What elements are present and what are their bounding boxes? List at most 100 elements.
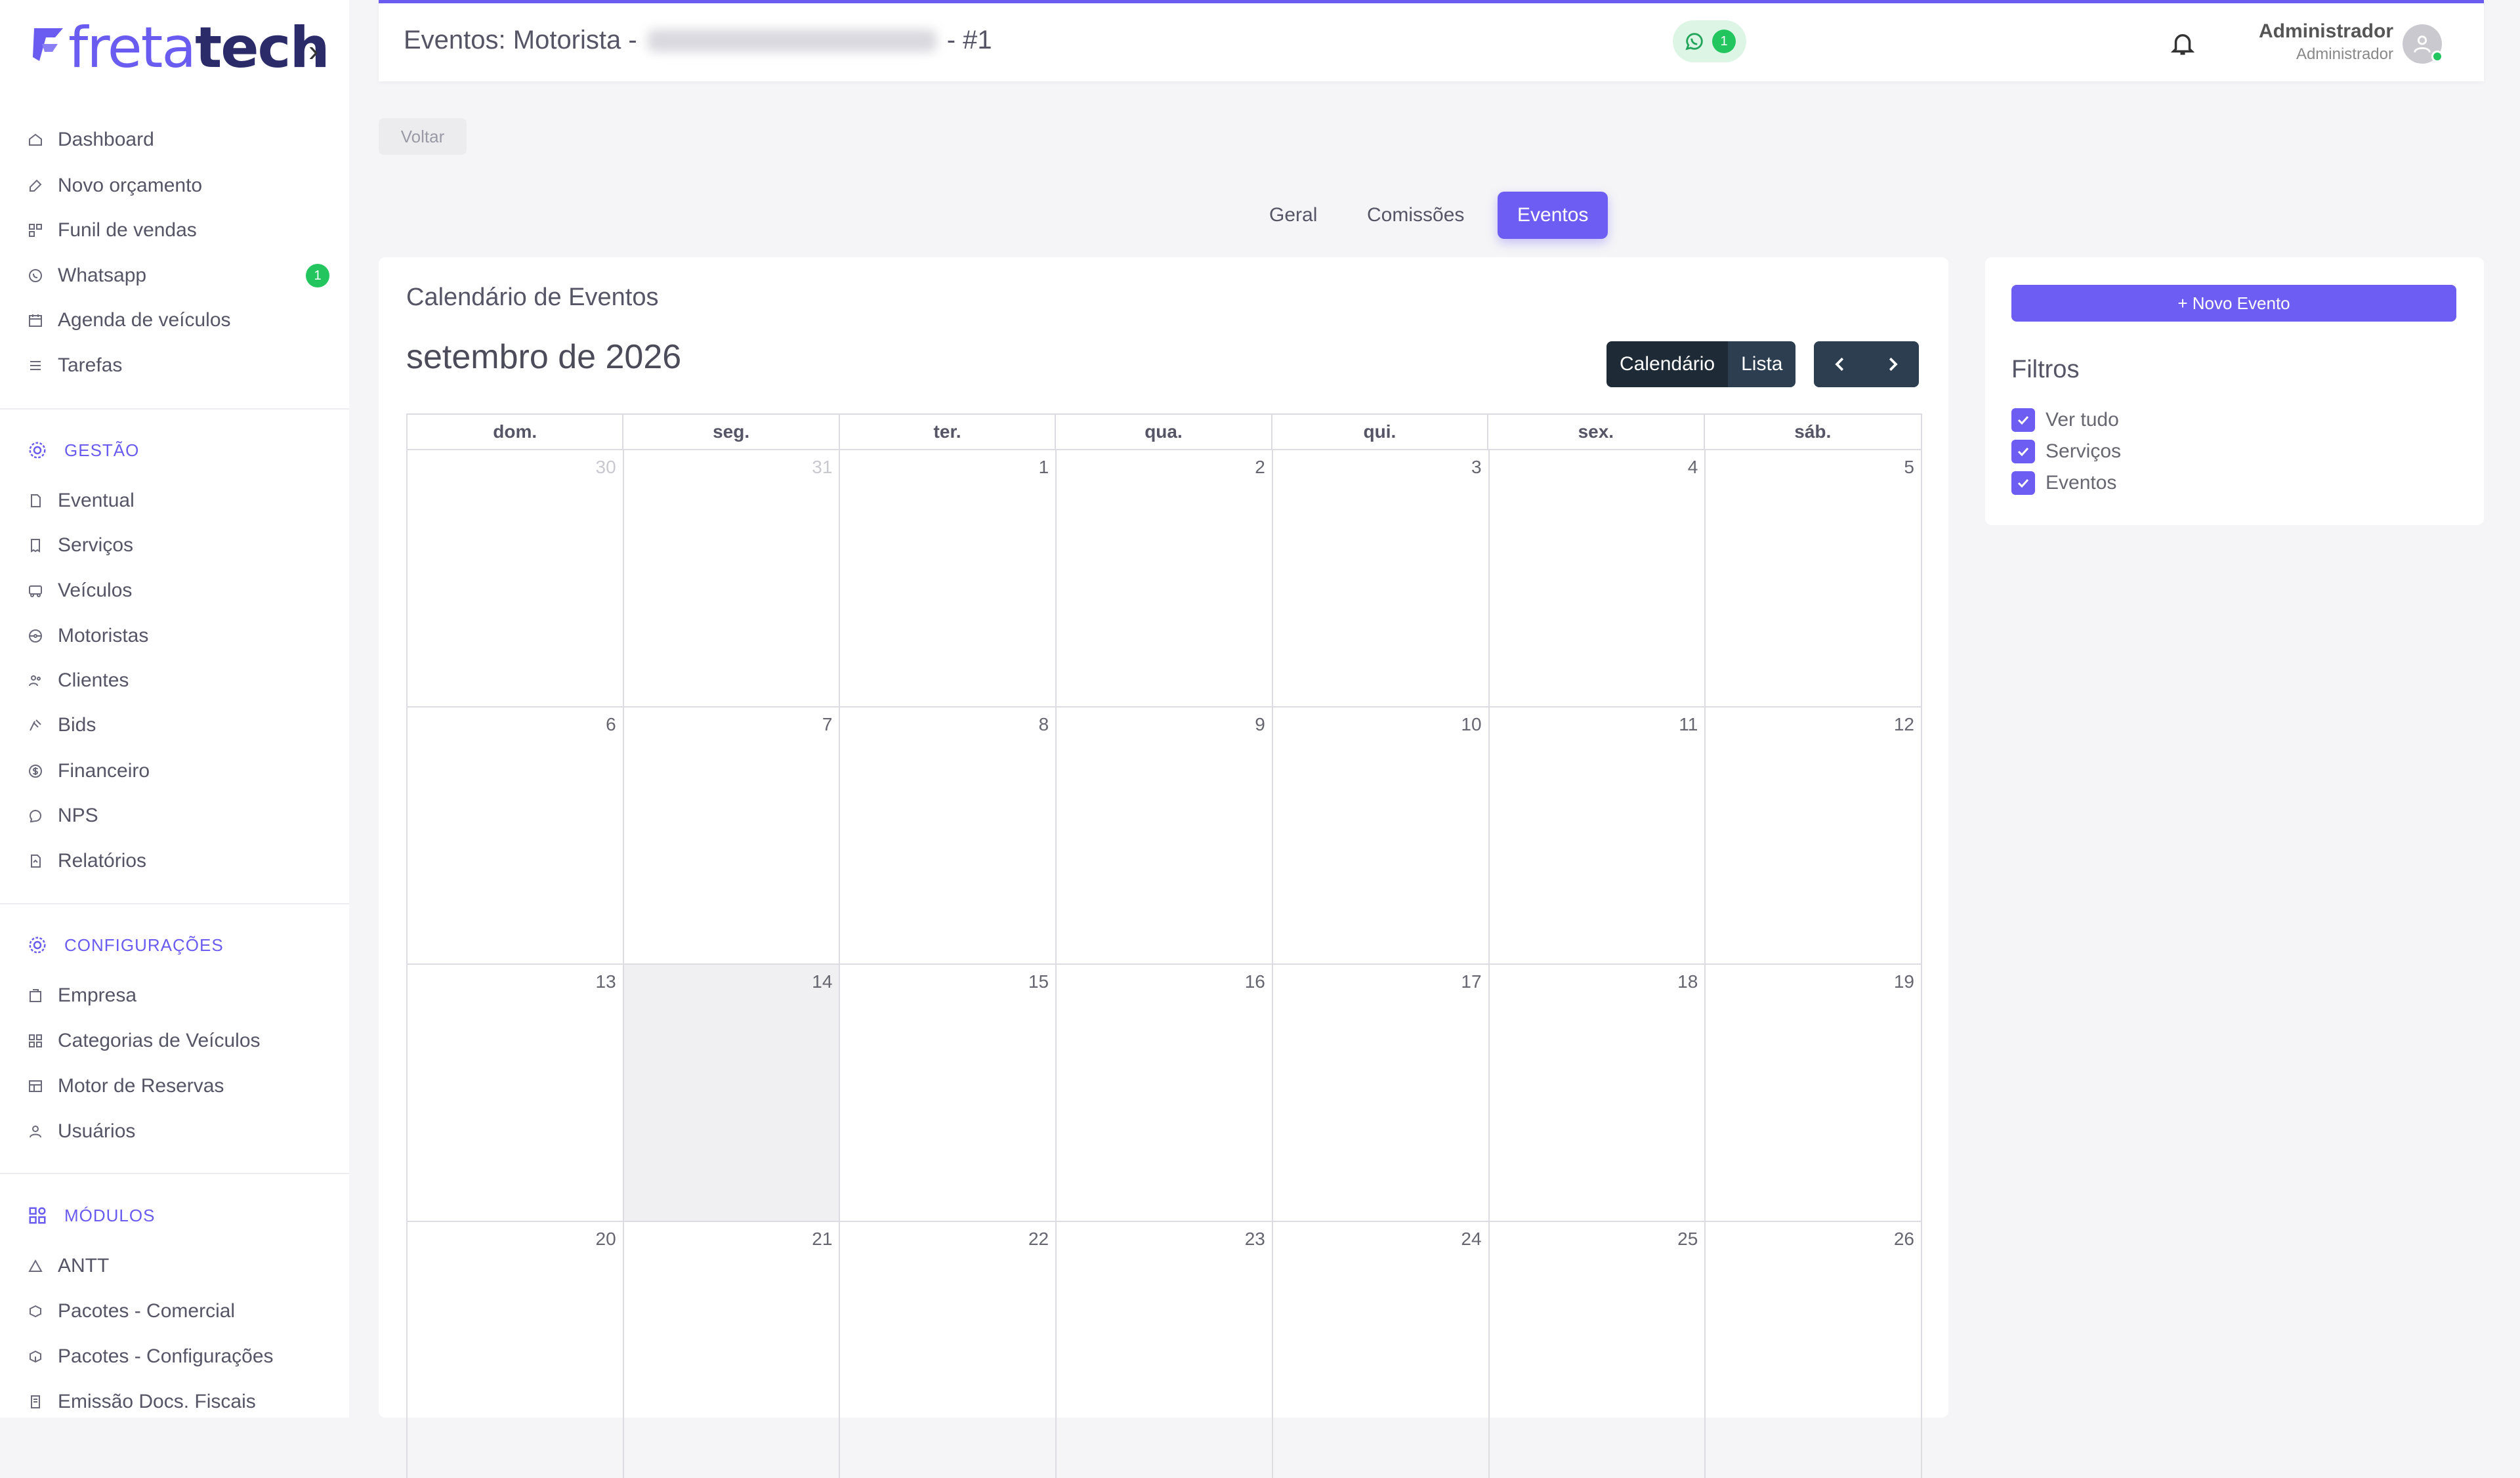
calendar-day-cell[interactable]: 7 [624, 707, 841, 963]
sidebar-item-dashboard[interactable]: Dashboard [28, 124, 154, 156]
sidebar-item-servicos[interactable]: Serviços [28, 530, 133, 561]
gear-icon [28, 935, 47, 955]
filter-ver-tudo[interactable]: Ver tudo [2011, 407, 2119, 433]
sidebar-item-motor-de-reservas[interactable]: Motor de Reservas [28, 1070, 224, 1102]
sidebar-item-tarefas[interactable]: Tarefas [28, 350, 122, 381]
user-info[interactable]: Administrador Administrador [2259, 20, 2393, 64]
steering-wheel-icon [28, 628, 43, 644]
sidebar-item-financeiro[interactable]: Financeiro [28, 755, 150, 787]
calendar-day-cell[interactable]: 23 [1057, 1222, 1273, 1478]
calendar-day-cell[interactable]: 31 [624, 450, 841, 706]
day-number: 18 [1677, 971, 1698, 992]
bell-icon[interactable] [2169, 30, 2196, 57]
table-icon [28, 1078, 43, 1094]
checkbox-checked[interactable] [2011, 471, 2035, 495]
collapse-sidebar-chevron-icon[interactable]: › [308, 33, 318, 68]
weekday-wed: qua. [1056, 415, 1272, 449]
sidebar-item-eventual[interactable]: Eventual [28, 485, 135, 517]
day-number: 1 [1038, 457, 1049, 477]
sidebar-item-emissao-docs-fiscais[interactable]: Emissão Docs. Fiscais [28, 1386, 256, 1418]
calendar-day-cell[interactable]: 11 [1490, 707, 1706, 963]
day-number: 13 [595, 971, 616, 992]
fretatech-logo[interactable]: fretatech [29, 18, 330, 77]
day-number: 17 [1461, 971, 1482, 992]
sidebar-item-pacotes-configuracoes[interactable]: Pacotes - Configurações [28, 1341, 274, 1372]
sidebar-item-veiculos[interactable]: Veículos [28, 575, 132, 606]
sidebar-item-agenda-de-veiculos[interactable]: Agenda de veículos [28, 305, 231, 336]
calendar-week: 30 31 1 2 3 4 5 [406, 449, 1922, 706]
calendar-day-cell[interactable]: 2 [1057, 450, 1273, 706]
calendar-day-cell[interactable]: 15 [840, 965, 1057, 1221]
sidebar-item-categorias-de-veiculos[interactable]: Categorias de Veículos [28, 1025, 261, 1057]
page-title-prefix: Eventos: Motorista - [404, 26, 637, 54]
calendar-day-cell[interactable]: 10 [1273, 707, 1490, 963]
calendar-day-cell[interactable]: 18 [1490, 965, 1706, 1221]
calendar-day-cell[interactable]: 25 [1490, 1222, 1706, 1478]
whatsapp-notification-button[interactable]: 1 [1673, 20, 1746, 62]
sidebar-item-motoristas[interactable]: Motoristas [28, 620, 148, 652]
sidebar-item-label: Bids [58, 714, 96, 736]
tab-eventos[interactable]: Eventos [1498, 192, 1608, 239]
calendar-day-cell[interactable]: 5 [1706, 450, 1922, 706]
sidebar-item-funil-de-vendas[interactable]: Funil de vendas [28, 215, 197, 246]
avatar[interactable] [2403, 24, 2443, 64]
checkbox-checked[interactable] [2011, 440, 2035, 463]
filter-eventos[interactable]: Eventos [2011, 470, 2116, 496]
redacted-driver-name [647, 29, 936, 52]
sidebar-item-whatsapp[interactable]: Whatsapp [28, 260, 146, 291]
sidebar-item-nps[interactable]: NPS [28, 800, 98, 832]
calendar-day-cell[interactable]: 4 [1490, 450, 1706, 706]
calendar-day-cell[interactable]: 3 [1273, 450, 1490, 706]
prev-month-button[interactable] [1814, 341, 1866, 387]
list-view-button[interactable]: Lista [1728, 341, 1796, 387]
calendar-view-button[interactable]: Calendário [1606, 341, 1729, 387]
calendar-day-cell[interactable]: 17 [1273, 965, 1490, 1221]
weekday-sun: dom. [408, 415, 624, 449]
calendar-day-cell[interactable]: 6 [408, 707, 624, 963]
tab-geral[interactable]: Geral [1250, 192, 1337, 239]
sidebar-item-empresa[interactable]: Empresa [28, 980, 136, 1011]
sidebar-item-pacotes-comercial[interactable]: Pacotes - Comercial [28, 1296, 235, 1327]
calendar-day-cell-today[interactable]: 14 [623, 965, 841, 1221]
tab-comissoes[interactable]: Comissões [1347, 192, 1484, 239]
sidebar-item-clientes[interactable]: Clientes [28, 665, 129, 696]
checkbox-checked[interactable] [2011, 408, 2035, 432]
building-icon [28, 988, 43, 1003]
filter-servicos[interactable]: Serviços [2011, 438, 2121, 465]
sidebar-item-label: Empresa [58, 984, 137, 1006]
calendar-day-cell[interactable]: 19 [1706, 965, 1922, 1221]
sidebar-divider [0, 1173, 349, 1174]
logo-mark-icon [33, 28, 63, 61]
sidebar-item-label: Pacotes - Comercial [58, 1300, 236, 1322]
day-number: 9 [1255, 714, 1265, 734]
day-number: 6 [606, 714, 616, 734]
calendar-day-cell[interactable]: 30 [408, 450, 624, 706]
calendar-day-cell[interactable]: 20 [408, 1222, 624, 1478]
calendar-day-cell[interactable]: 26 [1706, 1222, 1922, 1478]
calendar-day-cell[interactable]: 8 [840, 707, 1057, 963]
calendar-day-cell[interactable]: 22 [840, 1222, 1057, 1478]
back-button[interactable]: Voltar [379, 118, 467, 155]
page-title-suffix: - #1 [946, 26, 992, 54]
calendar-day-cell[interactable]: 12 [1706, 707, 1922, 963]
sidebar-item-antt[interactable]: ANTT [28, 1250, 109, 1282]
calendar-day-cell[interactable]: 24 [1273, 1222, 1490, 1478]
sidebar-item-relatorios[interactable]: Relatórios [28, 845, 146, 877]
calendar-day-cell[interactable]: 16 [1057, 965, 1273, 1221]
calendar-icon [28, 312, 43, 328]
calendar-day-cell[interactable]: 1 [840, 450, 1057, 706]
calendar-card: Calendário de Eventos setembro de 2026 C… [379, 257, 1948, 1478]
dollar-icon [28, 763, 43, 779]
calendar-day-cell[interactable]: 21 [624, 1222, 841, 1478]
calendar-day-cell[interactable]: 9 [1057, 707, 1273, 963]
receipt-icon [28, 538, 43, 553]
triangle-icon [28, 1258, 43, 1274]
next-month-button[interactable] [1866, 341, 1919, 387]
sidebar-item-novo-orcamento[interactable]: Novo orçamento [28, 170, 202, 201]
calendar-day-cell[interactable]: 13 [408, 965, 624, 1221]
sidebar-item-usuarios[interactable]: Usuários [28, 1116, 135, 1147]
sidebar-item-bids[interactable]: Bids [28, 709, 96, 741]
sidebar-divider [0, 903, 349, 904]
new-event-button[interactable]: + Novo Evento [2011, 285, 2456, 322]
edit-icon [28, 178, 43, 194]
